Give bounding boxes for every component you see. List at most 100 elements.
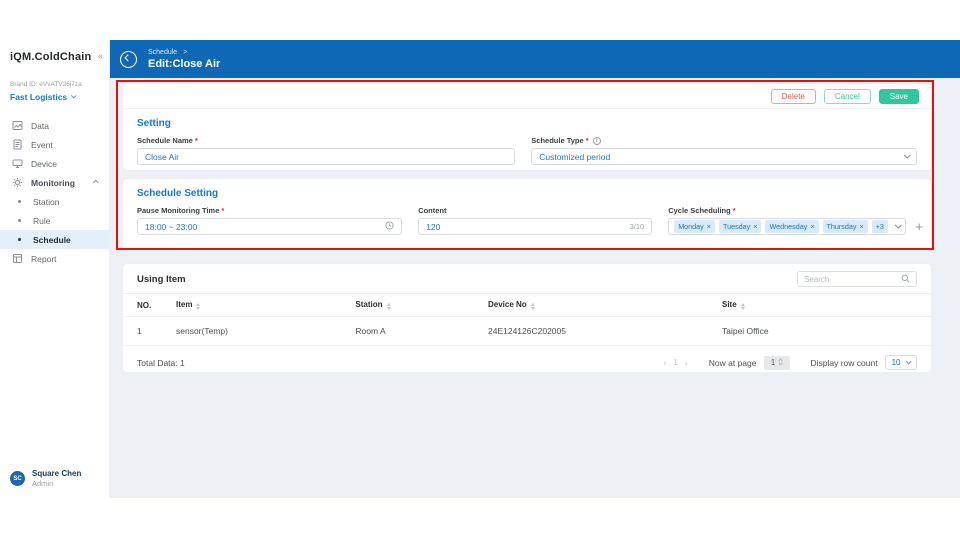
total-data-label: Total Data: 1 (137, 358, 185, 368)
schedule-setting-card: Schedule Setting Pause Monitoring Time *… (122, 178, 932, 252)
report-icon (12, 253, 23, 264)
breadcrumb-separator: > (183, 49, 187, 56)
back-button[interactable] (120, 51, 137, 68)
column-header-site[interactable]: Site (722, 300, 917, 310)
app-logo: iQM.ColdChain (10, 51, 91, 63)
sidebar-item-event[interactable]: Event (0, 135, 109, 154)
bullet-icon (14, 238, 25, 241)
page-header: Schedule > Edit:Close Air (110, 40, 960, 78)
using-item-card: Using Item Search NO. Item Station Devic… (122, 263, 932, 373)
avatar: SC (10, 471, 25, 486)
stepper-icon[interactable] (779, 359, 782, 367)
page-number[interactable]: 1 (673, 358, 677, 367)
chip-close-icon[interactable]: × (753, 222, 757, 231)
schedule-name-input[interactable]: Close Air (137, 148, 515, 165)
sidebar-item-data[interactable]: Data (0, 116, 109, 135)
row-count-label: Display row count (811, 358, 878, 368)
user-profile[interactable]: SC Square Chen Admin (10, 469, 81, 488)
page-title: Edit:Close Air (148, 58, 220, 70)
sidebar-item-monitoring[interactable]: Monitoring (0, 173, 109, 192)
sidebar-item-label: Monitoring (31, 178, 75, 188)
required-mark: * (586, 136, 589, 145)
sidebar-item-label: Rule (33, 216, 50, 226)
char-counter: 3/10 (630, 222, 645, 231)
schedule-type-select[interactable]: Customized period (531, 148, 917, 165)
pause-monitoring-time-label: Pause Monitoring Time * (137, 206, 402, 215)
main-content: Schedule > Edit:Close Air Delete Cancel … (110, 40, 960, 498)
sort-icon (387, 303, 391, 310)
schedule-type-value: Customized period (539, 152, 610, 162)
cell-device-no: 24E124126C202005 (488, 326, 722, 336)
sidebar-item-label: Data (31, 121, 49, 131)
cycle-scheduling-label: Cycle Scheduling * (668, 206, 923, 215)
user-role: Admin (32, 479, 81, 488)
event-icon (12, 139, 23, 150)
pause-monitoring-time-input[interactable]: 18:00 ~ 23:00 (137, 218, 402, 235)
monitoring-icon (12, 177, 23, 188)
sidebar-item-label: Event (31, 140, 53, 150)
device-icon (12, 158, 23, 169)
add-schedule-button[interactable]: + (915, 222, 923, 232)
table-header-row: NO. Item Station Device No Site (123, 293, 931, 317)
schedule-setting-heading: Schedule Setting (123, 179, 931, 206)
schedule-type-label: Schedule Type * i (531, 136, 917, 145)
delete-button[interactable]: Delete (771, 89, 816, 104)
sort-icon (531, 303, 535, 310)
sidebar-item-schedule[interactable]: Schedule (0, 230, 109, 249)
sidebar-item-station[interactable]: Station (0, 192, 109, 211)
chevron-down-icon (906, 359, 911, 364)
sort-icon (196, 303, 200, 310)
content-label: Content (418, 206, 652, 215)
column-header-station[interactable]: Station (355, 300, 488, 310)
chip-close-icon[interactable]: × (707, 222, 711, 231)
chevron-down-icon (71, 93, 76, 98)
bullet-icon (14, 219, 25, 222)
day-chip[interactable]: Tuesday × (719, 220, 762, 233)
cell-site: Taipei Office (722, 326, 917, 336)
schedule-name-value: Close Air (145, 152, 179, 162)
user-name: Square Chen (32, 469, 81, 478)
prev-page-icon[interactable]: ‹ (663, 358, 666, 368)
breadcrumb[interactable]: Schedule (148, 49, 177, 56)
page-input[interactable]: 1 (764, 356, 790, 370)
column-header-item[interactable]: Item (176, 300, 355, 310)
app-window: iQM.ColdChain « Brand ID: eVvATV26j7za F… (0, 40, 960, 498)
content-input[interactable]: 120 3/10 (418, 218, 652, 235)
now-at-page-label: Now at page (709, 358, 757, 368)
sidebar-nav: Data Event Device (0, 116, 109, 268)
brand-name-label: Fast Logistics (10, 92, 67, 102)
bullet-icon (14, 200, 25, 203)
more-chips-badge: +3 (872, 220, 888, 233)
screenshot-canvas: iQM.ColdChain « Brand ID: eVvATV26j7za F… (0, 0, 960, 540)
row-count-select[interactable]: 10 (885, 355, 917, 370)
cycle-scheduling-select[interactable]: Monday × Tuesday × Wednesday × (668, 218, 906, 235)
sidebar-collapse-icon[interactable]: « (98, 51, 103, 61)
cancel-button[interactable]: Cancel (824, 89, 871, 104)
sidebar-item-rule[interactable]: Rule (0, 211, 109, 230)
sidebar: iQM.ColdChain « Brand ID: eVvATV26j7za F… (0, 40, 110, 498)
next-page-icon[interactable]: › (685, 358, 688, 368)
column-header-device-no[interactable]: Device No (488, 300, 722, 310)
table-row[interactable]: 1 sensor(Temp) Room A 24E124126C202005 T… (123, 317, 931, 346)
chip-close-icon[interactable]: × (859, 222, 863, 231)
sidebar-item-label: Station (33, 197, 59, 207)
chip-close-icon[interactable]: × (810, 222, 814, 231)
setting-heading: Setting (123, 109, 931, 136)
setting-card: Delete Cancel Save Setting Schedule Name… (122, 83, 932, 171)
logo-text: ColdChain (35, 51, 92, 63)
day-chip[interactable]: Thursday × (823, 220, 868, 233)
info-icon[interactable]: i (593, 137, 601, 145)
brand-selector[interactable]: Fast Logistics (0, 88, 109, 102)
search-icon (901, 270, 910, 288)
day-chip[interactable]: Monday × (674, 220, 715, 233)
search-input[interactable]: Search (797, 271, 917, 287)
required-mark: * (195, 136, 198, 145)
save-button[interactable]: Save (879, 89, 919, 104)
column-header-no: NO. (137, 301, 176, 310)
sidebar-item-label: Report (31, 254, 57, 264)
sidebar-item-device[interactable]: Device (0, 154, 109, 173)
day-chip[interactable]: Wednesday × (765, 220, 818, 233)
chevron-left-icon (125, 54, 131, 60)
cell-no: 1 (137, 326, 176, 336)
sidebar-item-report[interactable]: Report (0, 249, 109, 268)
